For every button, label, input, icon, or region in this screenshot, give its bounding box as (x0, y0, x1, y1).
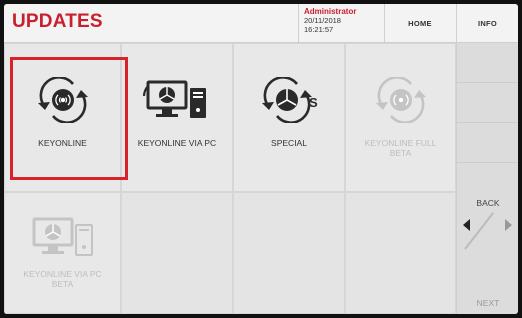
nav-empty-cell (457, 123, 518, 163)
svg-text:S: S (309, 95, 318, 110)
tile-keyonline-via-pc-beta[interactable]: KEYONLINE VIA PC BETA (4, 192, 121, 314)
next-arrow-icon[interactable] (505, 219, 512, 231)
date-text: 20/11/2018 (304, 16, 341, 25)
time-text: 16:21:57 (304, 25, 334, 34)
keyonline-sync-icon (28, 74, 98, 126)
tile-keyonline[interactable]: KEYONLINE (4, 43, 121, 192)
special-sync-icon: S (254, 74, 324, 126)
tile-keyonline-via-pc[interactable]: KEYONLINE VIA PC (121, 43, 233, 192)
info-button[interactable]: INFO (457, 4, 518, 42)
tile-label: KEYONLINE VIA PC (137, 138, 217, 148)
pc-tower-icon (142, 74, 212, 126)
header-bar: UPDATES Administrator 20/11/2018 16:21:5… (4, 4, 518, 43)
header-divider (298, 4, 299, 42)
back-label[interactable]: BACK (457, 198, 518, 208)
back-arrow-icon[interactable] (463, 219, 470, 231)
updates-grid: KEYONLINE KEYONLINE VIA PC S SPECIAL KEY… (4, 43, 456, 314)
tile-label: KEYONLINE VIA PC BETA (23, 269, 102, 289)
empty-tile (121, 192, 233, 314)
tile-keyonline-full-beta[interactable]: KEYONLINE FULL BETA (345, 43, 456, 192)
tile-label: KEYONLINE FULL BETA (364, 138, 437, 158)
next-label[interactable]: NEXT (457, 298, 518, 308)
page-title: UPDATES (12, 11, 103, 32)
pc-tower-icon (28, 211, 98, 263)
nav-empty-cell (457, 43, 518, 83)
empty-tile (233, 192, 345, 314)
updates-screen: UPDATES Administrator 20/11/2018 16:21:5… (4, 4, 518, 314)
tile-special[interactable]: S SPECIAL (233, 43, 345, 192)
user-name: Administrator (304, 7, 357, 16)
empty-tile (345, 192, 456, 314)
home-button[interactable]: HOME (385, 4, 455, 42)
user-info: Administrator 20/11/2018 16:21:57 (304, 7, 384, 34)
tile-label: KEYONLINE (38, 138, 87, 148)
nav-panel: BACK NEXT (456, 43, 518, 314)
keyonline-sync-icon (366, 74, 436, 126)
tile-label: SPECIAL (271, 138, 307, 148)
nav-empty-cell (457, 83, 518, 123)
